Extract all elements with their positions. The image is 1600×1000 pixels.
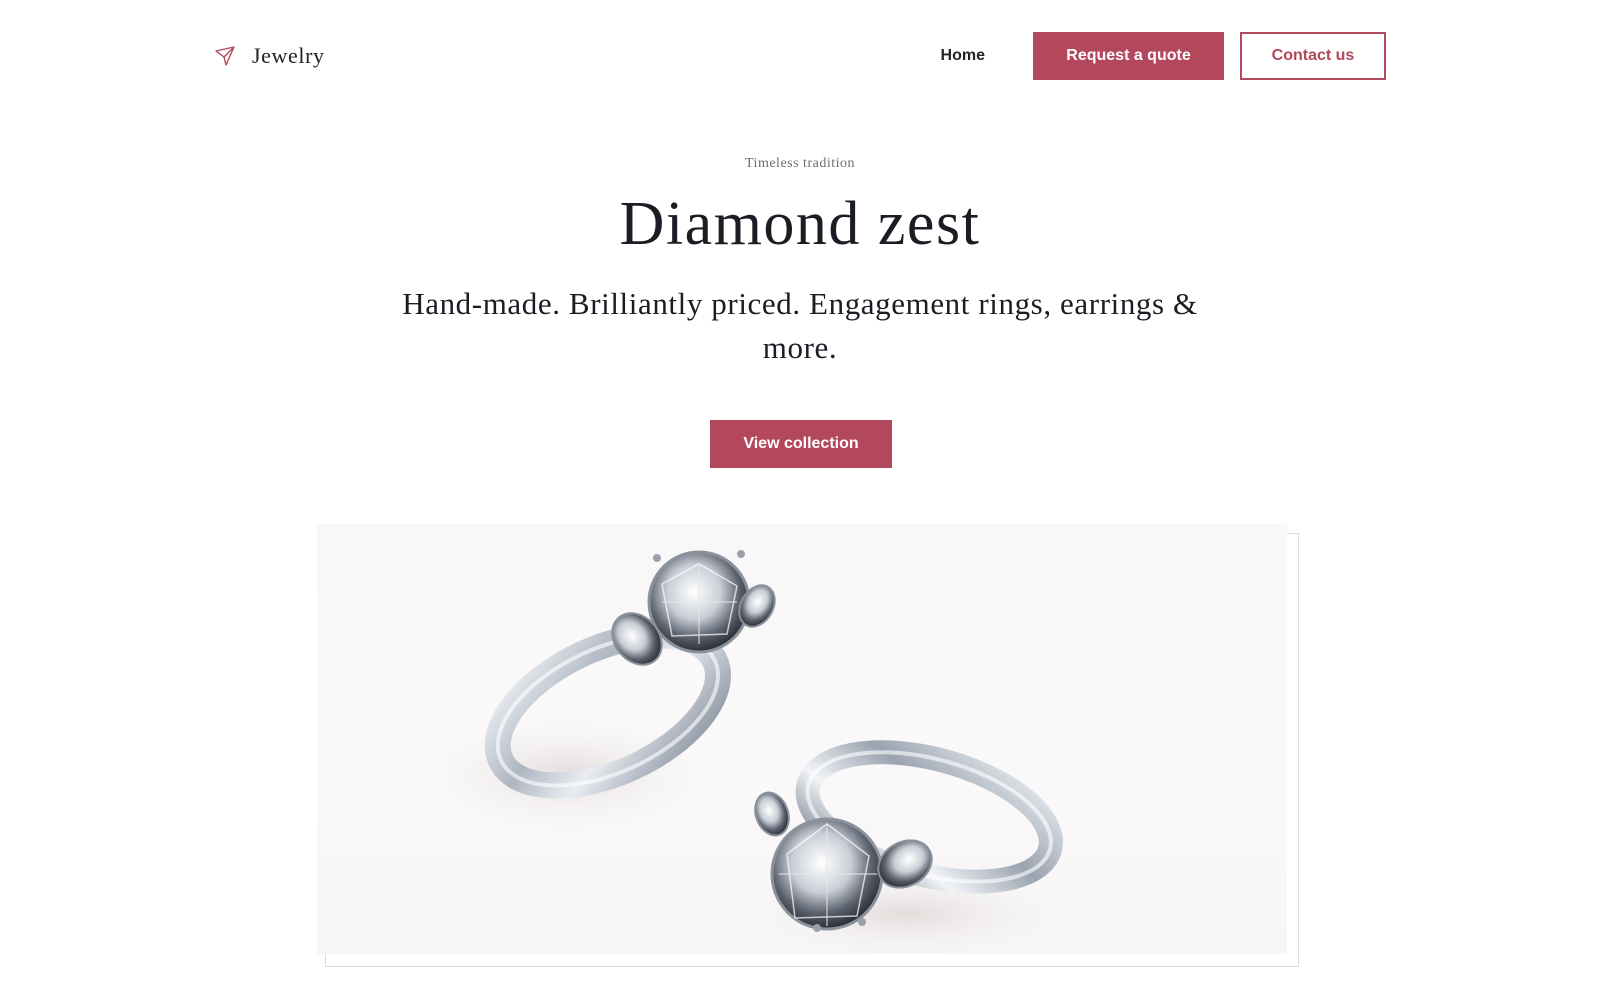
hero-title: Diamond zest bbox=[619, 190, 981, 258]
hero-eyebrow: Timeless tradition bbox=[745, 156, 855, 171]
product-image bbox=[317, 524, 1287, 954]
hero-subtitle: Hand-made. Brilliantly priced. Engagemen… bbox=[402, 286, 1198, 365]
request-quote-button[interactable]: Request a quote bbox=[1033, 32, 1224, 80]
brand-logo-link[interactable]: Jewelry bbox=[214, 36, 325, 76]
brand-name: Jewelry bbox=[252, 43, 325, 68]
paper-plane-icon bbox=[214, 45, 236, 67]
diamond-rings-illustration bbox=[417, 550, 1077, 954]
view-collection-button[interactable]: View collection bbox=[710, 420, 892, 468]
contact-us-button[interactable]: Contact us bbox=[1240, 32, 1386, 80]
main-nav: Home Request a quote Contact us bbox=[941, 32, 1386, 80]
nav-home-link[interactable]: Home bbox=[941, 47, 985, 65]
site-header: Jewelry Home Request a quote Contact us bbox=[0, 0, 1600, 112]
